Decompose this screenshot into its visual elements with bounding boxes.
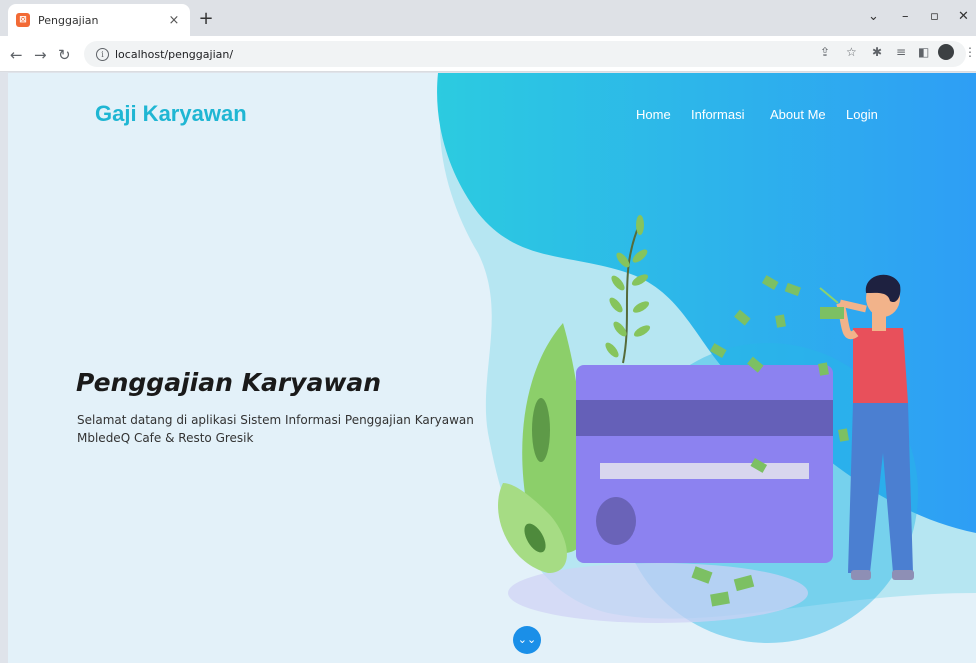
scroll-down-button[interactable]: ⌄⌄: [513, 626, 541, 654]
share-icon[interactable]: ⇪: [820, 45, 830, 59]
favicon-icon: ⊠: [16, 13, 30, 27]
nav-informasi[interactable]: Informasi: [691, 107, 744, 122]
back-arrow-icon[interactable]: ←: [10, 46, 23, 64]
chevron-double-down-icon: ⌄⌄: [517, 633, 537, 646]
bookmark-star-icon[interactable]: ☆: [846, 45, 857, 59]
menu-kebab-icon[interactable]: ⋮: [964, 45, 976, 59]
address-bar[interactable]: i localhost/penggajian/: [84, 41, 966, 67]
card-chip: [596, 497, 636, 545]
close-window-icon[interactable]: ✕: [958, 9, 969, 24]
tab-search-icon[interactable]: ⌄: [868, 9, 879, 24]
extensions-icon[interactable]: ✱: [872, 45, 882, 59]
url-text: localhost/penggajian/: [115, 47, 234, 61]
card-signature-bar: [600, 463, 809, 479]
browser-tab[interactable]: ⊠ Penggajian ×: [8, 4, 190, 36]
minimize-icon[interactable]: –: [902, 9, 909, 24]
hero-title: Penggajian Karyawan: [76, 368, 382, 397]
tab-close-button[interactable]: ×: [166, 13, 182, 28]
nav-home[interactable]: Home: [636, 107, 671, 122]
side-panel-icon[interactable]: ◧: [918, 45, 929, 59]
browser-tabbar: ⊠ Penggajian × + ⌄ – ▫ ✕: [0, 0, 976, 36]
nav-login[interactable]: Login: [846, 107, 878, 122]
site-brand[interactable]: Gaji Karyawan: [95, 101, 247, 127]
hero-subtitle: Selamat datang di aplikasi Sistem Inform…: [77, 413, 474, 445]
new-tab-button[interactable]: +: [196, 9, 216, 29]
leaf-dark: [532, 398, 550, 462]
reload-icon[interactable]: ↻: [58, 46, 71, 64]
reading-list-icon[interactable]: ≡: [896, 45, 906, 59]
tab-title: Penggajian: [38, 13, 99, 27]
restore-icon[interactable]: ▫: [930, 9, 939, 24]
page-viewport: Gaji Karyawan Home Informasi About Me Lo…: [8, 73, 976, 663]
nav-about-me[interactable]: About Me: [770, 107, 826, 122]
forward-arrow-icon[interactable]: →: [34, 46, 47, 64]
card-stripe: [576, 400, 833, 436]
site-info-icon[interactable]: i: [96, 47, 109, 61]
profile-avatar[interactable]: [938, 44, 954, 60]
